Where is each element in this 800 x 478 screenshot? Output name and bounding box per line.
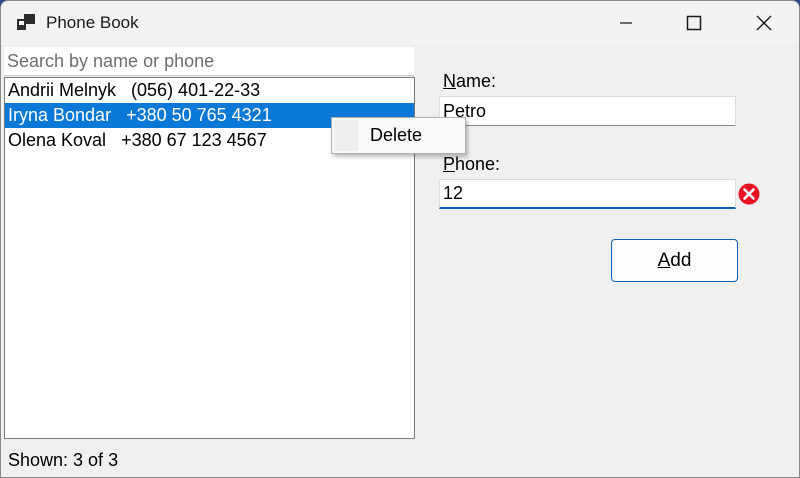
window-title: Phone Book bbox=[46, 13, 139, 32]
list-item[interactable]: Andrii Melnyk (056) 401-22-33 bbox=[5, 78, 414, 103]
error-icon bbox=[738, 183, 760, 205]
phone-label-access-key: P bbox=[443, 154, 456, 174]
phone-label-text: hone: bbox=[455, 154, 501, 174]
title-bar[interactable]: Phone Book bbox=[1, 1, 799, 45]
close-button[interactable] bbox=[729, 1, 799, 45]
minimize-button[interactable] bbox=[591, 1, 661, 45]
close-icon bbox=[756, 15, 772, 31]
maximize-icon bbox=[686, 15, 702, 31]
minimize-icon bbox=[620, 22, 632, 24]
phone-book-icon bbox=[17, 14, 35, 30]
name-field[interactable] bbox=[439, 96, 736, 126]
status-text: Shown: 3 of 3 bbox=[8, 450, 119, 470]
add-button-text: dd bbox=[670, 249, 692, 271]
phone-book-window: Phone Book Andrii Melnyk (056) 401-22-33… bbox=[0, 0, 800, 478]
add-button[interactable]: Add bbox=[611, 239, 738, 282]
add-button-access-key: A bbox=[657, 249, 671, 271]
context-menu: Delete bbox=[331, 117, 466, 154]
delete-menu-item[interactable]: Delete bbox=[334, 120, 463, 151]
maximize-button[interactable] bbox=[659, 1, 729, 45]
name-label-text: ame: bbox=[456, 71, 497, 91]
search-input[interactable] bbox=[4, 47, 414, 76]
phone-field[interactable] bbox=[439, 179, 736, 209]
name-label-access-key: N bbox=[443, 71, 456, 91]
name-label: Name: bbox=[443, 71, 496, 92]
phone-label: Phone: bbox=[443, 154, 500, 175]
